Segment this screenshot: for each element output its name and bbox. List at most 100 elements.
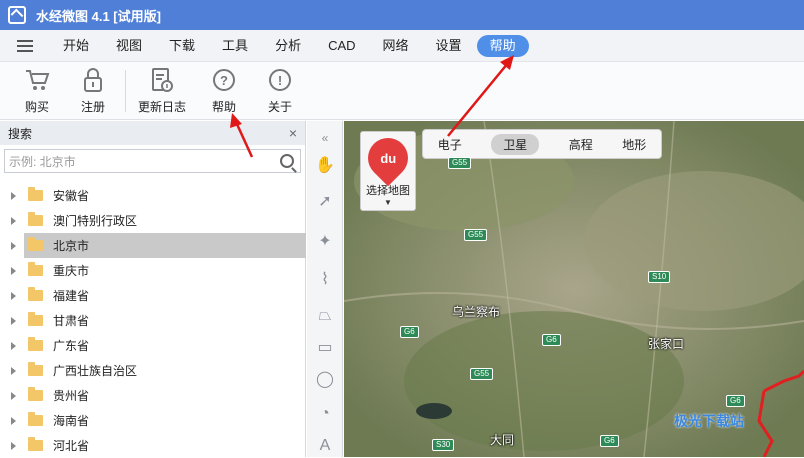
draw-rectangle-icon[interactable]: ▭ <box>313 337 337 359</box>
map-type-satellite[interactable]: 卫星 <box>491 133 540 155</box>
close-icon[interactable]: × <box>289 125 297 141</box>
map-type-elevation[interactable]: 高程 <box>569 136 593 153</box>
menu-help[interactable]: 帮助 <box>476 34 529 57</box>
road-label: G6 <box>542 334 561 346</box>
menu-cad[interactable]: CAD <box>316 35 367 57</box>
road-label: G55 <box>464 229 488 241</box>
buy-label: 购买 <box>24 100 49 114</box>
about-label: 关于 <box>267 100 292 114</box>
map-source-selector[interactable]: du 选择地图 ▼ <box>359 129 417 211</box>
menu-start[interactable]: 开始 <box>51 35 101 57</box>
menu-download[interactable]: 下载 <box>157 35 207 57</box>
tree-item-label: 海南省 <box>53 414 90 428</box>
search-panel-title: 搜索 <box>8 126 33 141</box>
search-panel: 搜索 × 示例: 北京市 安徽省 澳门特别行政区 北京市 重庆市 福建省 甘肃省… <box>0 121 306 457</box>
tree-item[interactable]: 澳门特别行政区 <box>0 208 306 233</box>
search-icon[interactable] <box>280 154 294 168</box>
baidu-logo-text: du <box>380 150 396 166</box>
city-label: 乌兰察布 <box>452 305 501 319</box>
help-button[interactable]: ? 帮助 <box>199 66 249 115</box>
folder-icon <box>28 237 43 251</box>
menu-network[interactable]: 网络 <box>371 35 421 57</box>
expand-arrow-icon[interactable] <box>11 191 16 200</box>
buy-button[interactable]: 购买 <box>12 66 62 115</box>
tree-item-label: 福建省 <box>53 289 90 303</box>
tree-item-label: 广西壮族自治区 <box>53 364 138 378</box>
tree-item-label: 重庆市 <box>53 264 90 278</box>
toolbar-divider <box>125 70 126 112</box>
cart-icon <box>12 66 62 94</box>
city-label: 大同 <box>490 433 515 447</box>
folder-icon <box>28 337 43 351</box>
map-view[interactable]: du 选择地图 ▼ 电子 卫星 高程 地形 G55 G55 S10 G6 G6 … <box>344 121 804 457</box>
tree-item[interactable]: 重庆市 <box>0 258 306 283</box>
hamburger-menu-icon[interactable] <box>17 37 33 55</box>
folder-icon <box>28 362 43 376</box>
expand-arrow-icon[interactable] <box>11 316 16 325</box>
search-input[interactable]: 示例: 北京市 <box>4 149 301 173</box>
draw-circle-icon[interactable]: ◯ <box>313 369 337 391</box>
tree-item[interactable]: 海南省 <box>0 408 306 433</box>
collapse-panel-icon[interactable]: « <box>313 127 337 149</box>
expand-arrow-icon[interactable] <box>11 241 16 250</box>
tree-item[interactable]: 福建省 <box>0 283 306 308</box>
document-info-icon <box>135 66 189 94</box>
road-label: S10 <box>648 271 671 283</box>
question-icon: ? <box>213 69 235 91</box>
tree-item-label: 北京市 <box>53 239 90 253</box>
tree-item[interactable]: 广东省 <box>0 333 306 358</box>
tree-item[interactable]: 广西壮族自治区 <box>0 358 306 383</box>
map-type-electronic[interactable]: 电子 <box>438 136 462 153</box>
expand-arrow-icon[interactable] <box>11 216 16 225</box>
road-label: G55 <box>470 368 494 380</box>
folder-icon <box>28 287 43 301</box>
expand-arrow-icon[interactable] <box>11 391 16 400</box>
menu-settings[interactable]: 设置 <box>424 35 474 57</box>
tree-item[interactable]: 河北省 <box>0 433 306 458</box>
expand-arrow-icon[interactable] <box>11 291 16 300</box>
road-label: G6 <box>726 395 745 407</box>
tree-item-label: 澳门特别行政区 <box>53 214 138 228</box>
map-type-terrain[interactable]: 地形 <box>622 136 646 153</box>
menu-bar: 开始 视图 下载 工具 分析 CAD 网络 设置 帮助 <box>0 30 804 62</box>
expand-arrow-icon[interactable] <box>11 266 16 275</box>
lock-icon <box>68 66 118 94</box>
app-logo-icon <box>8 6 26 24</box>
draw-marker-icon[interactable]: ✦ <box>313 231 337 253</box>
tree-item-label: 河北省 <box>53 439 90 453</box>
draw-polygon-icon[interactable]: ⏢ <box>313 305 337 327</box>
tree-item-label: 贵州省 <box>53 389 90 403</box>
expand-arrow-icon[interactable] <box>11 366 16 375</box>
tree-item-label: 广东省 <box>53 339 90 353</box>
draw-polyline-icon[interactable]: ⌇ <box>313 269 337 291</box>
about-button[interactable]: ! 关于 <box>255 66 305 115</box>
tree-item[interactable]: 贵州省 <box>0 383 306 408</box>
pan-hand-icon[interactable]: ✋ <box>313 155 337 177</box>
tree-item-selected[interactable]: 北京市 <box>11 233 306 258</box>
draw-sector-icon[interactable]: ◔ <box>313 403 337 425</box>
register-label: 注册 <box>80 100 105 114</box>
info-exclamation-icon: ! <box>269 69 291 91</box>
expand-arrow-icon[interactable] <box>11 416 16 425</box>
folder-icon <box>28 187 43 201</box>
road-label: S30 <box>432 439 455 451</box>
draw-text-icon[interactable]: A <box>313 435 337 457</box>
menu-tools[interactable]: 工具 <box>210 35 260 57</box>
tree-item[interactable]: 安徽省 <box>0 183 306 208</box>
folder-icon <box>28 437 43 451</box>
changelog-button[interactable]: 更新日志 <box>135 66 189 115</box>
tree-item[interactable]: 甘肃省 <box>0 308 306 333</box>
dropdown-arrow-icon: ▼ <box>384 198 392 207</box>
tree-item-label: 甘肃省 <box>53 314 90 328</box>
window-title: 水经微图 4.1 [试用版] <box>36 8 161 24</box>
expand-arrow-icon[interactable] <box>11 441 16 450</box>
select-arrow-icon[interactable]: ➚ <box>313 191 337 213</box>
register-button[interactable]: 注册 <box>68 66 118 115</box>
menu-view[interactable]: 视图 <box>104 35 154 57</box>
road-label: G6 <box>400 326 419 338</box>
title-bar: 水经微图 4.1 [试用版] <box>0 0 804 30</box>
road-label: G55 <box>448 157 472 169</box>
search-placeholder: 示例: 北京市 <box>9 154 76 169</box>
menu-analysis[interactable]: 分析 <box>263 35 313 57</box>
expand-arrow-icon[interactable] <box>11 341 16 350</box>
